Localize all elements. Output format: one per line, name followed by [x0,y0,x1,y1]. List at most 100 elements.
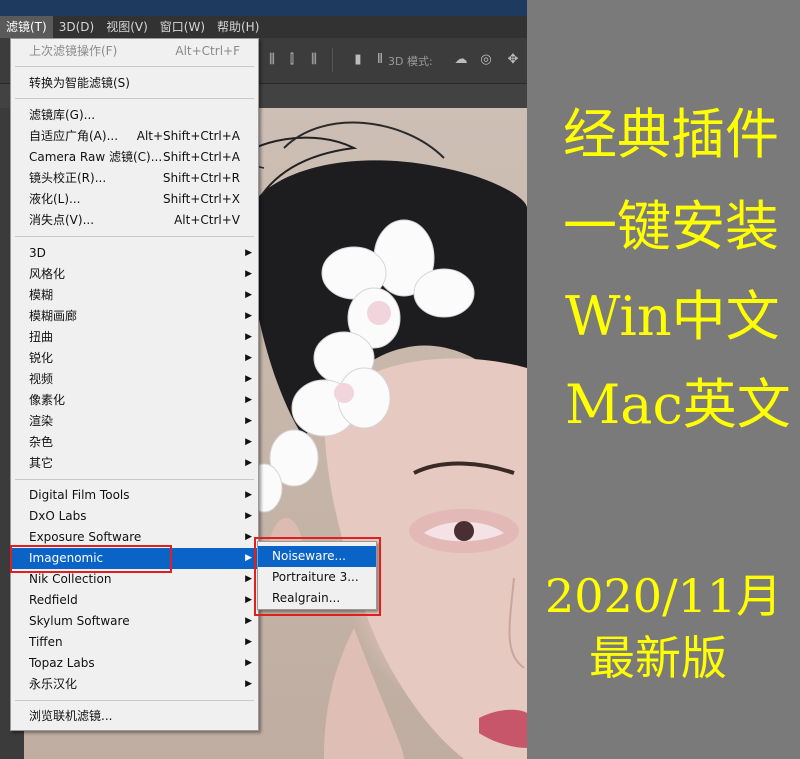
promo-panel: 经典插件 一键安装 Win中文 Mac英文 2020/11月 最新版 [527,0,800,759]
menu-item-label: 转换为智能滤镜(S) [29,76,130,90]
menu-item-label: 渲染 [29,414,54,428]
promo-line-win-chinese: Win中文 [565,285,780,348]
menu-item-label: 消失点(V)... [29,213,95,227]
submenu-arrow-icon: ▶ [245,679,252,689]
menu-separator [15,236,254,237]
menu-item-liquify[interactable]: 液化(L)... Shift+Ctrl+X [11,189,258,210]
menu-help[interactable]: 帮助(H) [211,16,265,38]
menu-item-label: Redfield [29,593,78,607]
menu-item-blur[interactable]: 模糊 ▶ [11,285,258,306]
menu-item-label: Exposure Software [29,530,142,544]
menu-item-label: Camera Raw 滤镜(C)... [29,150,163,164]
menu-item-label: Tiffen [29,635,63,649]
menu-item-adaptive-wide-angle[interactable]: 自适应广角(A)... Alt+Shift+Ctrl+A [11,126,258,147]
divider [332,48,333,72]
menu-item-label: 液化(L)... [29,192,81,206]
menu-item-label: 镜头校正(R)... [29,171,107,185]
submenu-arrow-icon: ▶ [245,248,252,258]
menu-item-shortcut: Shift+Ctrl+X [163,192,240,206]
menu-item-label: 自适应广角(A)... [29,129,119,143]
menu-item-other[interactable]: 其它 ▶ [11,453,258,474]
menu-item-camera-raw[interactable]: Camera Raw 滤镜(C)... Shift+Ctrl+A [11,147,258,168]
menu-item-pixelate[interactable]: 像素化 ▶ [11,390,258,411]
menu-separator [15,98,254,99]
menu-3d[interactable]: 3D(D) [53,16,100,38]
menu-item-3d[interactable]: 3D ▶ [11,243,258,264]
menu-item-redfield[interactable]: Redfield ▶ [11,590,258,611]
menu-item-shortcut: Shift+Ctrl+A [163,150,240,164]
menu-item-label: 扭曲 [29,330,54,344]
menu-item-label: 风格化 [29,267,66,281]
menu-item-label: 视频 [29,372,54,386]
menu-item-shortcut: Alt+Shift+Ctrl+A [136,129,240,143]
menu-item-label: 3D [29,246,46,260]
menu-item-label: DxO Labs [29,509,87,523]
menu-item-render[interactable]: 渲染 ▶ [11,411,258,432]
submenu-arrow-icon: ▶ [245,374,252,384]
menu-item-label: 永乐汉化 [29,677,78,691]
submenu-arrow-icon: ▶ [245,353,252,363]
photoshop-window: 滤镜(T) 3D(D) 视图(V) 窗口(W) 帮助(H) ⫼ ⫿ ⫼ ▮ ⦀ … [0,0,527,759]
submenu-arrow-icon: ▶ [245,595,252,605]
menu-item-digital-film-tools[interactable]: Digital Film Tools ▶ [11,485,258,506]
submenu-arrow-icon: ▶ [245,458,252,468]
menu-item-label: 上次滤镜操作(F) [29,44,118,58]
menu-window[interactable]: 窗口(W) [154,16,211,38]
filter-menu: 上次滤镜操作(F) Alt+Ctrl+F 转换为智能滤镜(S) 滤镜库(G)..… [10,38,259,731]
roll-3d-icon[interactable]: ◎ [478,52,494,68]
menu-item-yongle-hanhua[interactable]: 永乐汉化 ▶ [11,674,258,695]
menu-item-distort[interactable]: 扭曲 ▶ [11,327,258,348]
menu-item-last-filter[interactable]: 上次滤镜操作(F) Alt+Ctrl+F [11,41,258,62]
menu-item-dxo-labs[interactable]: DxO Labs ▶ [11,506,258,527]
promo-line-mac-english: Mac英文 [565,373,791,436]
submenu-arrow-icon: ▶ [245,532,252,542]
submenu-arrow-icon: ▶ [245,658,252,668]
mode3d-label: 3D 模式: [388,55,433,68]
menu-separator [15,66,254,67]
submenu-arrow-icon: ▶ [245,511,252,521]
menu-item-label: 像素化 [29,393,66,407]
distribute-h-icon[interactable]: ⦀ [372,52,388,68]
menu-item-convert-smart[interactable]: 转换为智能滤镜(S) [11,73,258,94]
menu-item-tiffen[interactable]: Tiffen ▶ [11,632,258,653]
menu-item-label: Topaz Labs [29,656,95,670]
menu-item-topaz-labs[interactable]: Topaz Labs ▶ [11,653,258,674]
submenu-arrow-icon: ▶ [245,290,252,300]
promo-line-one-click-install: 一键安装 [563,195,779,258]
menu-item-noise[interactable]: 杂色 ▶ [11,432,258,453]
submenu-arrow-icon: ▶ [245,616,252,626]
menu-view[interactable]: 视图(V) [100,16,154,38]
submenu-arrow-icon: ▶ [245,637,252,647]
menu-item-lens-correction[interactable]: 镜头校正(R)... Shift+Ctrl+R [11,168,258,189]
pan-3d-icon[interactable]: ✥ [505,52,521,68]
menu-item-label: 锐化 [29,351,54,365]
menu-item-stylize[interactable]: 风格化 ▶ [11,264,258,285]
align-center-icon[interactable]: ⫿ [284,52,300,68]
rotate-3d-icon[interactable]: ☁ [453,52,469,68]
imagenomic-callout [10,545,172,573]
menu-filter[interactable]: 滤镜(T) [0,16,53,38]
promo-line-date: 2020/11月 [545,569,783,623]
submenu-arrow-icon: ▶ [245,490,252,500]
menu-item-filter-gallery[interactable]: 滤镜库(G)... [11,105,258,126]
align-right-icon[interactable]: ⫼ [306,52,322,68]
distribute-icon[interactable]: ▮ [350,52,366,68]
menu-item-browse-online[interactable]: 浏览联机滤镜... [11,706,258,727]
menu-separator [15,479,254,480]
submenu-arrow-icon: ▶ [245,437,252,447]
menu-item-sharpen[interactable]: 锐化 ▶ [11,348,258,369]
menu-item-shortcut: Shift+Ctrl+R [162,171,240,185]
menu-item-blur-gallery[interactable]: 模糊画廊 ▶ [11,306,258,327]
menu-item-label: 模糊画廊 [29,309,78,323]
promo-line-latest-version: 最新版 [589,631,727,685]
submenu-arrow-icon: ▶ [245,395,252,405]
menu-item-skylum-software[interactable]: Skylum Software ▶ [11,611,258,632]
menu-item-label: 浏览联机滤镜... [29,709,113,723]
menu-item-video[interactable]: 视频 ▶ [11,369,258,390]
align-icon[interactable]: ⫼ [264,52,280,68]
menu-item-shortcut: Alt+Ctrl+V [174,213,240,227]
menu-item-label: 模糊 [29,288,54,302]
submenu-arrow-icon: ▶ [245,416,252,426]
menu-item-vanishing-point[interactable]: 消失点(V)... Alt+Ctrl+V [11,210,258,231]
title-strip [0,0,527,16]
